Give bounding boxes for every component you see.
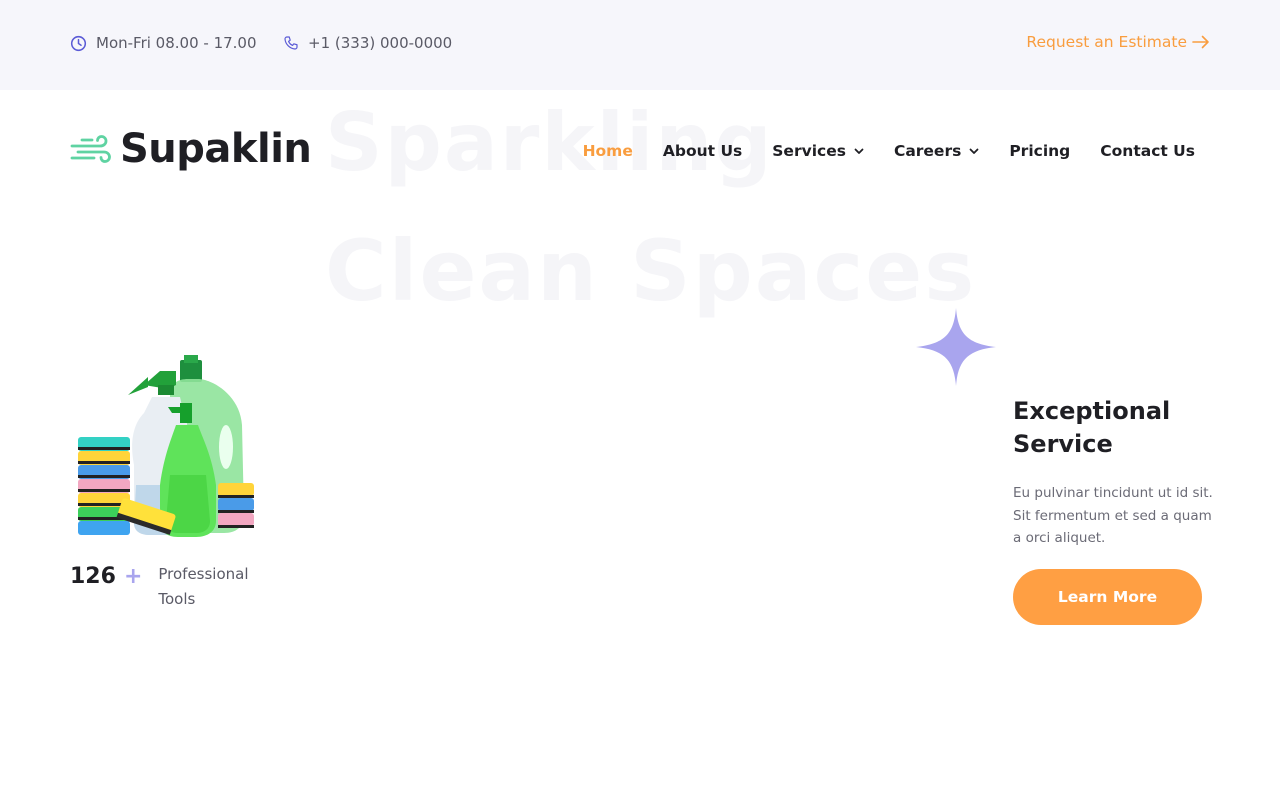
nav-item-contact-us[interactable]: Contact Us [1100, 142, 1195, 160]
business-hours: Mon-Fri 08.00 - 17.00 [70, 34, 257, 52]
stat-value: 126 [70, 564, 116, 589]
chevron-down-icon [969, 148, 979, 154]
nav-item-label: Careers [893, 142, 962, 160]
request-estimate-link[interactable]: Request an Estimate [1026, 33, 1210, 51]
feature-exceptional-service: Exceptional Service Eu pulvinar tincidun… [1013, 395, 1213, 625]
sparkle-icon [916, 308, 996, 386]
main-nav: Home About Us Services Careers Pricing C… [553, 142, 1195, 160]
request-estimate-label: Request an Estimate [1026, 33, 1187, 51]
clock-icon [70, 35, 87, 51]
learn-more-button[interactable]: Learn More [1013, 568, 1202, 625]
site-logo[interactable]: Supaklin [70, 126, 312, 172]
wind-logo-icon [70, 135, 111, 163]
nav-item-pricing[interactable]: Pricing [1009, 142, 1070, 160]
nav-item-about-us[interactable]: About Us [663, 142, 742, 160]
stat-label: Professional Tools [158, 565, 249, 608]
nav-item-services[interactable]: Services [772, 142, 864, 160]
nav-item-label: Contact Us [1100, 142, 1195, 160]
nav-item-careers[interactable]: Careers [894, 142, 979, 160]
hours-text: Mon-Fri 08.00 - 17.00 [96, 34, 257, 52]
phone-icon [284, 36, 298, 50]
nav-item-label: About Us [662, 142, 743, 160]
nav-item-label: Home [582, 142, 633, 160]
sponge-stack-right-icon [218, 483, 254, 528]
stat-professional-tools: 126 + Professional Tools [70, 562, 268, 612]
brand-name: Supaklin [120, 126, 312, 172]
sponge-stack-icon [78, 437, 130, 535]
feature-description: Eu pulvinar tincidunt ut id sit. Sit fer… [1013, 485, 1213, 546]
phone-text[interactable]: +1 (333) 000-0000 [308, 34, 452, 52]
nav-item-label: Services [772, 142, 846, 160]
nav-item-label: Pricing [1009, 142, 1071, 160]
cleaning-products-image [78, 355, 254, 537]
chevron-down-icon [854, 148, 864, 154]
arrow-right-icon [1192, 35, 1209, 49]
phone-contact[interactable]: +1 (333) 000-0000 [283, 34, 452, 52]
hero-watermark-line-2: Clean Spaces [325, 222, 977, 320]
nav-item-home[interactable]: Home [583, 142, 633, 160]
top-info-bar: Mon-Fri 08.00 - 17.00 +1 (333) 000-0000 … [0, 0, 1280, 90]
stat-plus-sign: + [123, 564, 143, 589]
feature-title: Exceptional Service [1013, 397, 1171, 458]
